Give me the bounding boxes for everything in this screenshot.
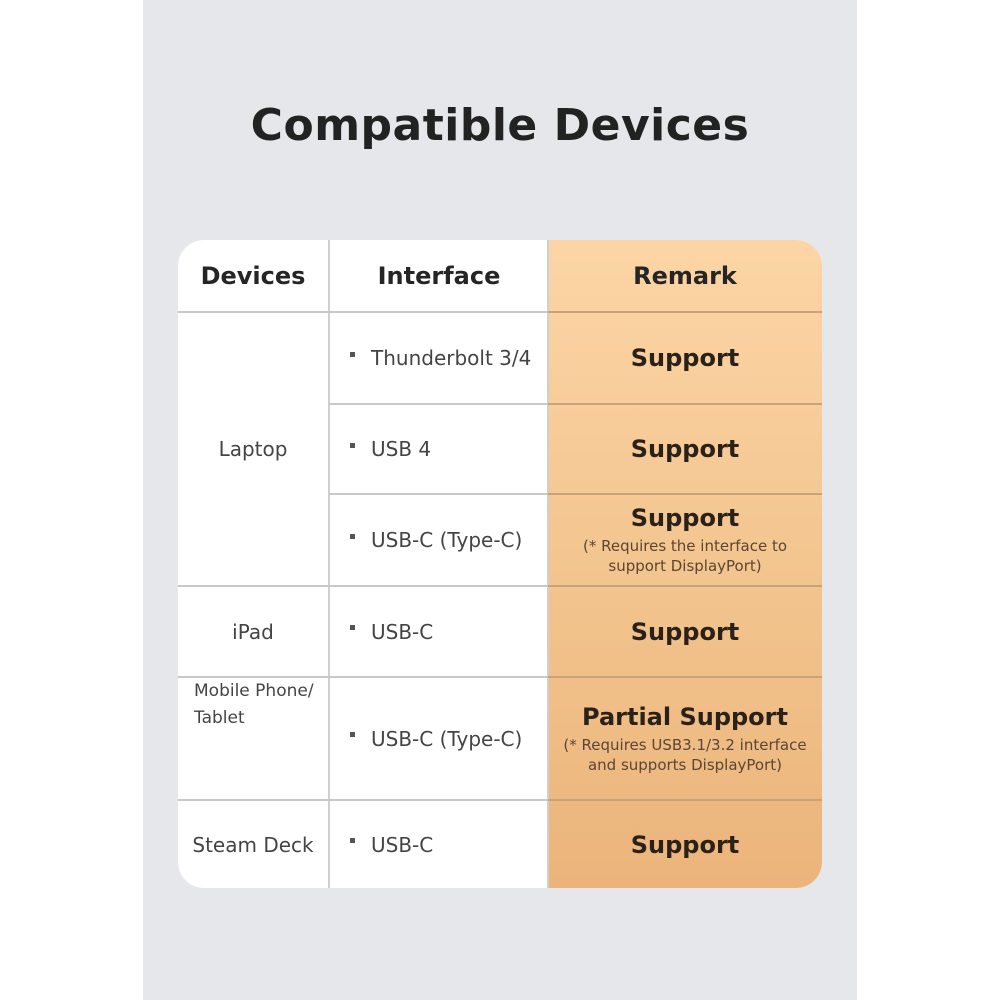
interface-cell: USB 4 (330, 405, 548, 493)
device-steam-deck: Steam Deck (192, 832, 314, 857)
remark-cell: Support (548, 405, 822, 493)
bullet-icon (350, 625, 355, 630)
device-mobile-phone-tablet: Mobile Phone/ Tablet (178, 678, 328, 799)
interface-label: USB-C (371, 832, 434, 857)
remark-cell: Support (548, 587, 822, 676)
interface-label: Thunderbolt 3/4 (371, 346, 532, 370)
remark-note-line: (* Requires the interface to (582, 537, 788, 555)
remark-cell: Support (* Requires the interface to sup… (548, 495, 822, 585)
interface-cell: USB-C (Type-C) (330, 495, 548, 585)
interface-label: USB-C (Type-C) (371, 528, 523, 552)
remark-status: Support (630, 504, 740, 532)
remark-note: (* Requires the interface to support Dis… (583, 536, 787, 576)
remark-status: Support (630, 830, 740, 859)
interface-cell: USB-C (330, 587, 548, 676)
device-line: Mobile Phone/ (194, 681, 314, 701)
interface-label: USB-C (Type-C) (371, 726, 523, 751)
remark-cell: Support (548, 313, 822, 403)
compatibility-table: Devices Interface Remark Laptop iPad Mob… (178, 240, 822, 888)
device-laptop: Laptop (218, 437, 288, 461)
remark-status: Partial Support (582, 702, 788, 731)
remark-status: Support (630, 435, 740, 463)
remark-note-line: support DisplayPort) (608, 557, 762, 575)
interface-cell: USB-C (Type-C) (330, 678, 548, 799)
remark-cell: Partial Support (* Requires USB3.1/3.2 i… (548, 678, 822, 799)
device-ipad: iPad (232, 619, 274, 644)
bullet-icon (350, 838, 355, 843)
remark-status: Support (630, 617, 740, 646)
remark-note-line: (* Requires USB3.1/3.2 interface (563, 735, 807, 754)
bullet-icon (350, 533, 355, 539)
remark-status: Support (630, 344, 740, 372)
remark-note: (* Requires USB3.1/3.2 interface and sup… (563, 735, 806, 775)
header-remark: Remark (633, 262, 737, 290)
interface-label: USB-C (371, 619, 434, 644)
header-devices: Devices (200, 262, 306, 290)
header-interface: Interface (377, 262, 501, 290)
bullet-icon (350, 351, 355, 357)
interface-cell: Thunderbolt 3/4 (330, 313, 548, 403)
page-title: Compatible Devices (250, 100, 750, 151)
remark-note-line: and supports DisplayPort) (587, 755, 783, 774)
device-line: Tablet (194, 708, 245, 728)
bullet-icon (350, 442, 355, 448)
remark-cell: Support (548, 801, 822, 888)
interface-label: USB 4 (371, 437, 432, 461)
bullet-icon (350, 732, 355, 737)
interface-cell: USB-C (330, 801, 548, 888)
